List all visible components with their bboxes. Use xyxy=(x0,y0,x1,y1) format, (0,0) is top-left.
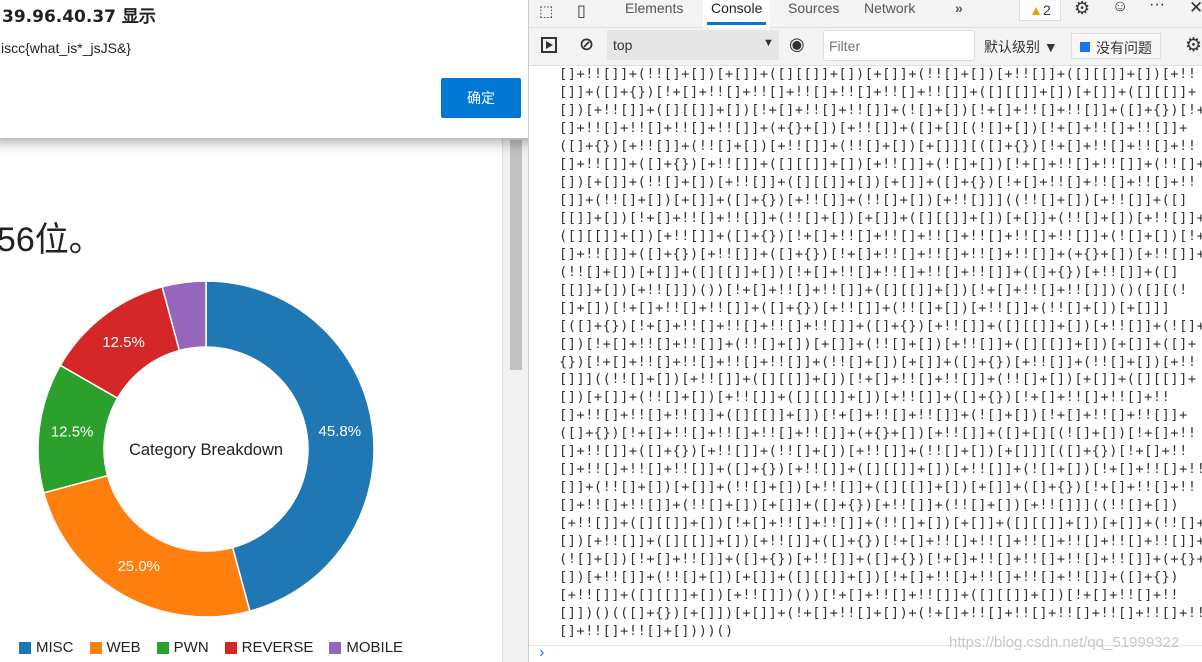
scrollbar-thumb[interactable] xyxy=(510,140,522,370)
context-select[interactable]: top ▼ xyxy=(607,30,779,60)
warnings-badge[interactable]: ▲2 xyxy=(1019,0,1061,21)
console-line: []+!![]]+([]+{})[+!![]]+([][[]]+[])[+!![… xyxy=(559,155,1202,172)
slice-label: 12.5% xyxy=(51,424,94,441)
console-line: []+!![]+!![]+!![]]+([]+{})[+!![]]+([][[]… xyxy=(559,461,1202,478)
console-line: ([][[]]+[])[+!![]]+([]+{})[!+[]+!![]+!![… xyxy=(559,227,1202,244)
alert-message: iscc{what_is*_jsJS&} xyxy=(1,40,131,56)
legend-label: PWN xyxy=(173,639,209,656)
console-line: {})[!+[]+!![]+!![]+!![]+!![]]+(!![]+[])[… xyxy=(559,353,1197,370)
alert-dialog: 39.96.40.37 显示 iscc{what_is*_jsJS&} 确定 xyxy=(0,0,540,138)
console-line: (!![]+[])[+[]]+([][[]]+[])[!+[]+!![]+!![… xyxy=(559,263,1180,280)
tab-console[interactable]: Console xyxy=(703,0,771,28)
console-line: [[]]+[])[!+[]+!![]+!![]]+(!![]+[])[+[]]+… xyxy=(559,209,1202,226)
legend-label: MISC xyxy=(36,639,74,656)
inspect-icon[interactable]: ⬚ xyxy=(539,2,553,20)
legend-label: MOBILE xyxy=(346,639,404,656)
legend-swatch xyxy=(329,641,342,654)
more-options-icon[interactable]: ··· xyxy=(1149,0,1165,14)
sidebar-toggle-icon[interactable] xyxy=(541,37,557,53)
console-line: []]]((!![]+[])[+!![]]+([][[]]+[])[!+[]+!… xyxy=(559,371,1197,388)
console-line: ([]+{})[!+[]+!![]+!![]+!![]+!![]]+(+{}+[… xyxy=(559,425,1197,442)
warning-count: 2 xyxy=(1043,2,1051,18)
issues-button[interactable]: 没有问题 xyxy=(1071,33,1161,59)
console-line: [+!![]]+([][[]]+[])[!+[]+!![]+!![]]+(!![… xyxy=(559,515,1202,532)
alert-title: 39.96.40.37 显示 xyxy=(2,7,156,27)
console-line: []]+([]+{})[!+[]+!![]+!![]+!![]+!![]+!![… xyxy=(559,83,1197,100)
console-output: []+!![]]+(!![]+[])[+[]]+([][[]]+[])[+[]]… xyxy=(559,66,1202,641)
more-tabs-button[interactable]: » xyxy=(955,0,963,28)
ok-button[interactable]: 确定 xyxy=(441,78,521,118)
device-toolbar-icon[interactable]: ▯ xyxy=(577,1,586,21)
console-settings-icon[interactable]: ⚙ xyxy=(1185,34,1202,57)
devtools-panel: ⬚ ▯ Elements Console Sources Network » ▲… xyxy=(528,0,1202,662)
chart-title: Category Breakdown xyxy=(129,441,283,459)
close-icon[interactable]: ✕ xyxy=(1189,0,1202,18)
console-line: []+!![]]+(!![]+[])[+[]]+([][[]]+[])[+[]]… xyxy=(559,66,1197,82)
console-line: []+!![]+!![]]+(!![]+[])[+[]]+([]+{})[+!!… xyxy=(559,497,1180,514)
console-line: [])[!+[]+!![]+!![]]+(!![]+[])[+[]]+(!![]… xyxy=(559,335,1197,352)
console-line: []+!![]]+([]+{})[+!![]]+([]+{})[!+[]+!![… xyxy=(559,245,1202,262)
legend-item[interactable]: MOBILE xyxy=(329,639,403,656)
legend-swatch xyxy=(156,641,169,654)
clear-console-icon[interactable]: ⊘ xyxy=(579,34,594,55)
legend-swatch xyxy=(19,641,31,654)
console-toolbar: ⊘ top ▼ ◉ 默认级别 ▼ 没有问题 ⚙ xyxy=(529,28,1202,66)
console-line: [+!![]]+([][[]]+[])[+!![]])())[!+[]+!![]… xyxy=(559,587,1180,604)
donut-chart: 45.8% 25.0% 12.5% 12.5% Category Breakdown xyxy=(37,280,375,618)
slice-web[interactable] xyxy=(42,474,251,618)
console-line: []]+(!![]+[])[+[]]+(!![]+[])[+!![]]+([][… xyxy=(559,479,1197,496)
console-line: [([]+{})[!+[]+!![]+!![]+!![]+!![]]+([]+{… xyxy=(559,317,1202,334)
devtools-tabbar: ⬚ ▯ Elements Console Sources Network » ▲… xyxy=(529,0,1202,28)
console-line: []+!![]+!![]+!![]+!![]]+(+{}+[])[+!![]]+… xyxy=(559,119,1188,136)
console-line: [])[+[]]+(!![]+[])[+!![]]+([][[]]+[])[+[… xyxy=(559,173,1197,190)
legend-swatch xyxy=(224,641,237,654)
tab-elements[interactable]: Elements xyxy=(625,0,683,28)
slice-label: 25.0% xyxy=(117,558,160,575)
console-line: [])[+[]]+(!![]+[])[+!![]]+([][[]]+[])[+!… xyxy=(559,389,1171,406)
console-line: []+!![]]+([]+{})[+!![]]+(!![]+[])[+!![]]… xyxy=(559,443,1188,460)
console-line: [])[+!![]]+([][[]]+[])[+!![]]+([]+{})[!+… xyxy=(559,533,1202,550)
console-line: (![]+[])[!+[]+!![]]+([]+{})[+!![]]+([]+{… xyxy=(559,551,1202,568)
console-line: []+[])[!+[]+!![]+!![]]+([]+{})[+!![]]+(!… xyxy=(559,299,1171,316)
feedback-icon[interactable]: ☺ xyxy=(1112,0,1128,16)
console-line: [])[+!![]]+(!![]+[])[+[]]+([][[]]+[])[!+… xyxy=(559,569,1180,586)
settings-icon[interactable]: ⚙ xyxy=(1074,0,1090,19)
prompt-chevron-icon: › xyxy=(539,644,545,661)
console-line: []]+(!![]+[])[+[]]+([]+{})[+!![]]+(!![]+… xyxy=(559,191,1188,208)
context-value: top xyxy=(613,37,633,53)
console-line: []+!![]+!![]+!![]]+([][[]]+[])[!+[]+!![]… xyxy=(559,407,1188,424)
slice-label: 45.8% xyxy=(319,423,362,440)
filter-input[interactable] xyxy=(823,30,975,61)
console-line: [[]]+[])[+!![]])())[!+[]+!![]+!![]]+([][… xyxy=(559,281,1188,298)
console-line: ([]+{})[+!![]]+(!![]+[])[+!![]]+(!![]+[]… xyxy=(559,137,1197,154)
tab-network[interactable]: Network xyxy=(864,0,915,28)
warning-icon: ▲ xyxy=(1029,2,1044,18)
legend-label: REVERSE xyxy=(241,639,314,656)
chart-legend: MISC WEB PWN REVERSE MOBILE xyxy=(19,639,403,656)
legend-label: WEB xyxy=(106,639,141,656)
legend-item[interactable]: WEB xyxy=(89,639,141,656)
issue-icon xyxy=(1080,42,1090,52)
eye-icon[interactable]: ◉ xyxy=(789,34,805,55)
console-line: []])()(([]+{})[+[]])[+[]]+(!+[]+!![]+[])… xyxy=(559,605,1202,622)
chevron-down-icon: ▼ xyxy=(763,37,774,49)
legend-item[interactable]: MISC xyxy=(19,639,74,656)
issues-label: 没有问题 xyxy=(1096,40,1152,56)
legend-swatch xyxy=(89,641,102,654)
legend-item[interactable]: PWN xyxy=(156,639,209,656)
console-line: [])[+!![]]+([][[]]+[])[!+[]+!![]+!![]]+(… xyxy=(559,101,1202,118)
watermark: https://blog.csdn.net/qq_51999322 xyxy=(949,634,1180,651)
legend-item[interactable]: REVERSE xyxy=(224,639,314,656)
page-text: 756位。 xyxy=(0,221,103,259)
slice-label: 12.5% xyxy=(102,334,145,351)
tab-sources[interactable]: Sources xyxy=(788,0,839,28)
log-levels-dropdown[interactable]: 默认级别 ▼ xyxy=(984,37,1058,57)
